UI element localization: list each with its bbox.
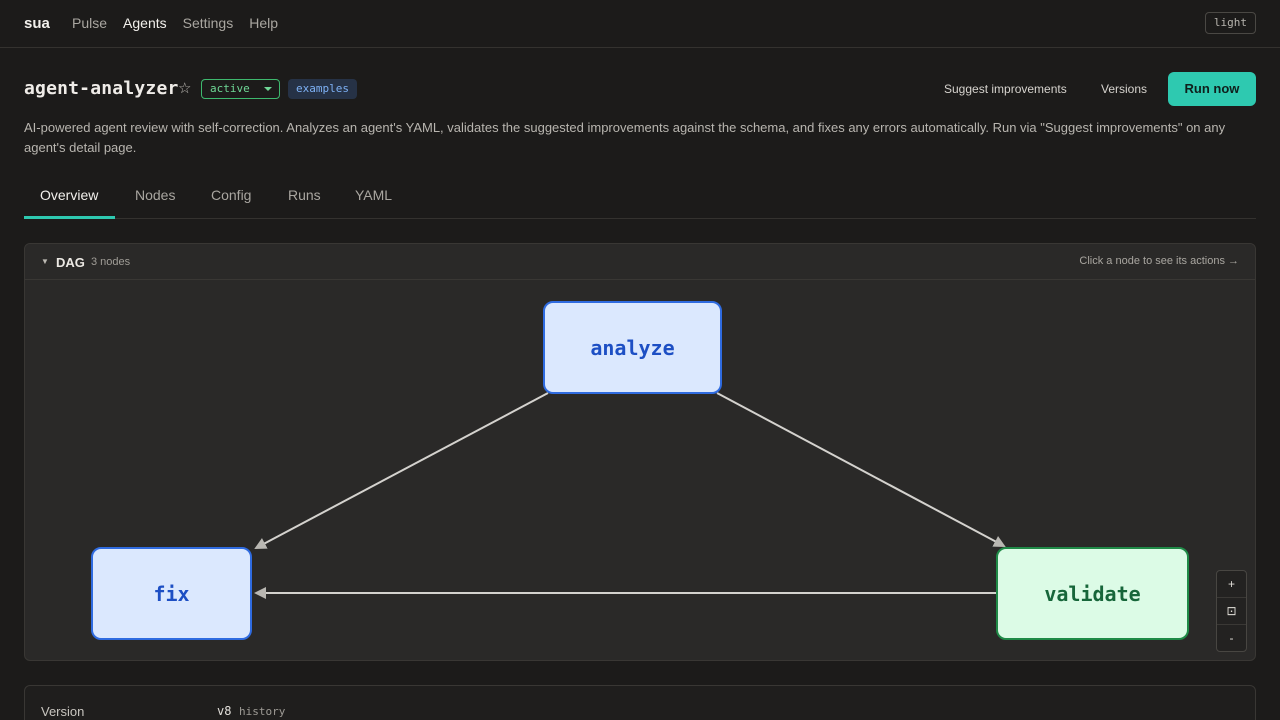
status-dropdown[interactable]: active [201,79,280,99]
top-nav: sua Pulse Agents Settings Help light [0,0,1280,48]
nav-links: Pulse Agents Settings Help [72,15,278,31]
tag-badge[interactable]: examples [288,79,357,99]
dag-node-count: 3 nodes [91,256,131,268]
fit-view-icon[interactable]: ⊡ [1217,598,1246,625]
version-label: Version [41,704,85,719]
active-tab-indicator [24,216,115,219]
nav-link-settings[interactable]: Settings [183,15,234,31]
tab-config[interactable]: Config [211,187,251,203]
dag-title: DAG [56,255,85,270]
page-title: agent-analyzer [24,78,179,99]
node-validate[interactable]: validate [996,547,1189,640]
chevron-down-icon [264,87,272,91]
run-now-button[interactable]: Run now [1168,72,1256,106]
brand-logo[interactable]: sua [24,15,50,32]
star-icon[interactable]: ☆ [178,79,191,97]
tab-yaml[interactable]: YAML [355,187,392,203]
status-value: active [210,82,250,95]
dag-panel-header[interactable]: ▼ DAG 3 nodes Click a node to see its ac… [25,244,1255,280]
tab-overview[interactable]: Overview [40,187,98,203]
edge-analyze-validate [716,392,1006,547]
dag-panel: ▼ DAG 3 nodes Click a node to see its ac… [24,243,1256,661]
dag-canvas[interactable]: analyze fix validate [25,280,1255,660]
edge-analyze-fix [254,392,549,549]
node-analyze[interactable]: analyze [543,301,722,394]
agent-description: AI-powered agent review with self-correc… [24,120,1226,155]
zoom-out-icon[interactable]: - [1217,625,1246,652]
nav-link-help[interactable]: Help [249,15,278,31]
dag-hint: Click a node to see its actions → [1079,255,1239,267]
version-panel: Version v8 history [24,685,1256,720]
collapse-caret-icon[interactable]: ▼ [41,257,49,266]
zoom-controls: + ⊡ - [1216,570,1247,652]
versions-button[interactable]: Versions [1101,82,1147,96]
tab-nodes[interactable]: Nodes [135,187,175,203]
node-fix[interactable]: fix [91,547,252,640]
tab-bar: Overview Nodes Config Runs YAML [24,180,1256,219]
nav-link-agents[interactable]: Agents [123,15,167,31]
suggest-improvements-button[interactable]: Suggest improvements [944,82,1067,96]
version-value: v8 [217,704,232,718]
tab-runs[interactable]: Runs [288,187,321,203]
version-history-link[interactable]: history [239,705,285,718]
nav-link-pulse[interactable]: Pulse [72,15,107,31]
theme-toggle-button[interactable]: light [1204,12,1256,34]
zoom-in-icon[interactable]: + [1217,571,1246,598]
